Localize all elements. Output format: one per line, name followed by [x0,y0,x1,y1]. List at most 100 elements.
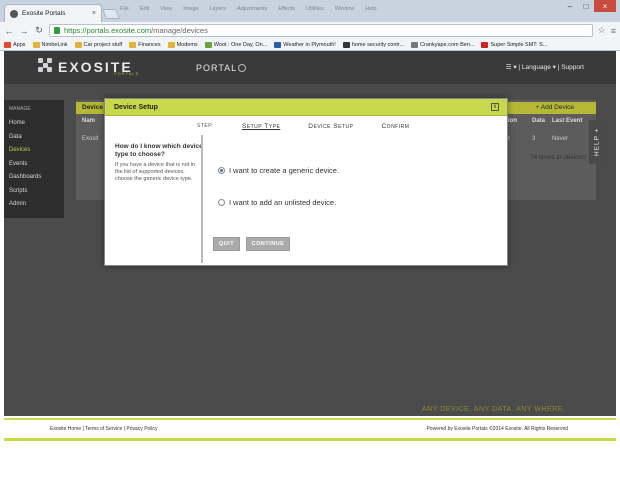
device-row-data: 3 [532,136,536,142]
new-tab-button[interactable] [102,9,120,19]
apps-icon [4,41,11,48]
step-label: STEP: [197,123,214,129]
close-icon[interactable]: x [491,103,499,111]
tab-title: Exosite Portals [22,10,66,17]
bookmark-item[interactable]: Car project stuff [74,41,122,48]
dialog-title: Device Setup [114,104,158,111]
sidebar-item-data[interactable]: Data [9,131,59,145]
radio-generic-device[interactable] [218,167,225,174]
close-tab-icon[interactable]: × [92,10,96,17]
footer: Exosite Home | Terms of Service | Privac… [4,416,616,503]
sidebar-item-dashboards[interactable]: Dashboards [9,171,59,185]
bookmark-label: Woot : One Day, On... [213,41,268,48]
bookmark-icon [129,41,137,48]
bookmark-item[interactable]: Apps [4,41,26,48]
tagline: ANY DEVICE. ANY DATA. ANY WHERE. [422,406,566,413]
radio-unlisted-device[interactable] [218,199,225,206]
sidebar-item-scripts[interactable]: Scripts [9,185,59,199]
portal-menu[interactable]: PORTAL [196,63,237,73]
bg-menu-item: Layers [209,6,226,12]
bookmark-icon [481,41,489,48]
sidebar: MANAGE Home Data Devices Events Dashboar… [4,100,64,218]
divider [201,135,203,263]
option-unlisted-device[interactable]: I want to add an unlisted device. [218,198,336,207]
address-bar[interactable]: https://portals.exosite.com/manage/devic… [49,24,593,37]
step-device-setup: Device Setup [308,123,354,130]
devices-panel-title: Device [82,104,103,111]
logo-subtitle: PORTALS [114,71,140,76]
add-device-link[interactable]: + Add Device [536,104,574,111]
bookmark-item[interactable]: home security contr... [342,41,404,48]
bookmark-icon [74,41,82,48]
address-toolbar: ← → ↻ https://portals.exosite.com/manage… [0,22,620,39]
sidebar-item-home[interactable]: Home [9,117,59,131]
bookmark-icon [342,41,350,48]
bookmark-label: NimbeLink [41,41,68,48]
footer-rule [4,438,616,441]
bookmark-item[interactable]: Finances [129,41,161,48]
favicon-icon [10,9,18,18]
bookmark-star-icon[interactable]: ☆ [598,25,606,36]
step-indicator: STEP: Setup Type Device Setup Confirm [197,123,409,130]
bookmark-label: Super Simple SMT: S... [490,41,548,48]
url-path: /manage/devices [151,26,208,35]
sidebar-item-admin[interactable]: Admin [9,198,59,212]
device-row-location: r [508,136,510,142]
bg-menu-item: Help [365,6,377,12]
bg-menu-item: Utilities [305,6,324,12]
bookmark-item[interactable]: NimbeLink [32,41,68,48]
browser-tab[interactable]: Exosite Portals × [4,4,102,22]
site-header: EXOSITE PORTALS PORTAL ☰ ▾ | Language ▾ … [4,51,616,84]
help-tab[interactable]: HELP + [589,120,605,164]
footer-rule [4,418,616,420]
device-row-name[interactable]: Exosit [82,136,98,142]
bg-menu-item: Edit [139,6,150,12]
bookmark-item[interactable]: Super Simple SMT: S... [481,41,548,48]
lock-icon [54,27,60,34]
bookmark-item[interactable]: Crankyape.com Ben... [411,41,475,48]
quit-button[interactable]: QUIT [213,237,240,251]
sidebar-heading: MANAGE [9,106,31,112]
header-user-links[interactable]: ☰ ▾ | Language ▾ | Support [506,63,584,71]
bookmark-item[interactable]: Modems [167,41,198,48]
minimize-icon[interactable]: – [562,0,578,12]
browser-menu-icon[interactable]: ≡ [611,26,616,36]
bookmark-item[interactable]: Weather in Plymouth! [274,41,336,48]
chevron-down-icon[interactable] [238,64,246,72]
help-pane: How do I know which device type to choos… [115,143,203,183]
bookmarks-bar: Apps NimbeLink Car project stuff Finances Mo… [0,39,620,51]
bookmark-icon [274,41,282,48]
step-confirm: Confirm [381,123,410,130]
bookmark-icon [167,41,175,48]
maximize-icon[interactable]: □ [578,0,594,12]
bookmark-label: Weather in Plymouth! [283,41,336,48]
device-row-last-event: Never [552,136,569,142]
sidebar-item-events[interactable]: Events [9,158,59,172]
background-app-menu: File Edit View Image Layers Adjustments … [120,6,377,12]
exosite-logo-icon [38,58,52,72]
bookmark-icon [32,41,40,48]
reload-icon[interactable]: ↻ [34,25,44,36]
bookmark-label: Modems [176,41,198,48]
help-question: How do I know which device type to choos… [115,143,203,158]
bg-menu-item: File [120,6,129,12]
back-icon[interactable]: ← [4,26,14,36]
device-setup-dialog: Device Setup x STEP: Setup Type Device S… [104,98,508,266]
column-header-name: Nam [82,118,96,124]
close-window-icon[interactable]: × [594,0,616,12]
option-generic-device[interactable]: I want to create a generic device. [218,166,339,175]
column-header-data: Data [532,118,546,124]
bookmark-label: Crankyape.com Ben... [420,41,475,48]
forward-icon[interactable]: → [19,26,29,36]
bookmark-label: Apps [13,41,26,48]
continue-button[interactable]: CONTINUE [246,237,290,251]
option-label: I want to add an unlisted device. [229,198,337,207]
bookmark-item[interactable]: Woot : One Day, On... [204,41,268,48]
footer-copyright: Powered by Exosite Portals ©2014 Exosite… [426,426,568,432]
footer-links[interactable]: Exosite Home | Terms of Service | Privac… [50,426,158,432]
sidebar-item-devices[interactable]: Devices [9,144,59,158]
bookmark-icon [204,41,212,48]
bg-menu-item: Effects [278,6,295,12]
dialog-header [105,99,507,116]
url-host: https://portals.exosite.com [64,26,152,35]
